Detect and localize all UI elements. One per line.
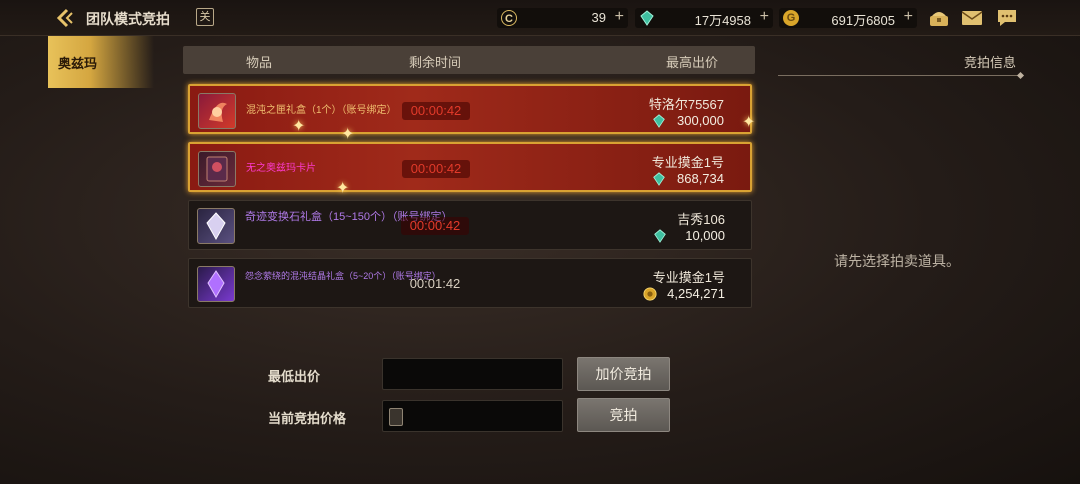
c-coin-value: 39 xyxy=(591,10,606,25)
column-header-bid: 最高出价 xyxy=(666,55,719,70)
auction-info-title: 竞拍信息 xyxy=(963,55,1016,70)
highest-bidder: 吉秀106 xyxy=(677,212,725,227)
highest-bidder: 专业摸金1号 xyxy=(651,155,724,170)
c-coin-add-button[interactable]: + xyxy=(615,8,624,26)
remaining-time: 00:01:42 xyxy=(409,276,461,291)
highest-bid: 4,254,271 xyxy=(667,286,725,301)
ozma-card-item-icon xyxy=(198,151,236,187)
chaos-crystal-box-item-icon xyxy=(197,266,235,302)
auction-row[interactable]: 怨念萦绕的混沌结晶礼盒（5~20个）（账号绑定） 00:01:42 专业摸金1号… xyxy=(188,258,752,308)
chaos-box-item-icon xyxy=(198,93,236,129)
currency-gold: G 691万6805 + xyxy=(779,8,917,28)
gold-coin-icon: G xyxy=(783,10,799,26)
current-bid-label: 当前竞拍价格 xyxy=(268,411,347,426)
back-arrow-icon[interactable] xyxy=(54,7,76,29)
divider-diamond xyxy=(1016,71,1025,80)
c-coin-icon: C xyxy=(501,10,517,26)
storage-chest-icon[interactable] xyxy=(928,8,950,28)
currency-c-coin: C 39 + xyxy=(497,8,628,28)
min-bid-label: 最低出价 xyxy=(268,369,321,384)
calendar-icon[interactable]: 关 xyxy=(196,8,214,26)
gold-add-button[interactable]: + xyxy=(904,8,913,26)
gem-value: 17万4958 xyxy=(694,13,751,28)
auction-row[interactable]: 混沌之匣礼盒（1个）（账号绑定） 00:00:42 特洛尔75567 300,0… xyxy=(188,84,752,134)
auction-list-header: 物品 剩余时间 最高出价 xyxy=(183,46,755,74)
page-title: 团队模式竞拍 xyxy=(86,11,170,27)
gem-icon xyxy=(639,10,655,26)
highest-bid: 868,734 xyxy=(677,171,724,186)
column-header-time: 剩余时间 xyxy=(409,55,462,70)
calculator-icon[interactable] xyxy=(389,408,403,426)
mail-icon[interactable] xyxy=(961,8,983,28)
currency-gem: 17万4958 + xyxy=(635,8,773,28)
item-name: 无之奥兹玛卡片 xyxy=(246,163,316,174)
auction-row[interactable]: 无之奥兹玛卡片 00:00:42 专业摸金1号 868,734 xyxy=(188,142,752,192)
chat-icon[interactable] xyxy=(996,8,1018,28)
gem-icon xyxy=(653,229,667,243)
item-name: 混沌之匣礼盒（1个）（账号绑定） xyxy=(246,105,397,116)
sparkle-effect: ✦ xyxy=(742,114,756,131)
sparkle-effect: ✦ xyxy=(336,180,350,197)
current-bid-field[interactable] xyxy=(382,400,563,432)
bid-button[interactable]: 竞拍 xyxy=(577,398,670,432)
gem-icon xyxy=(652,172,666,186)
highest-bidder: 特洛尔75567 xyxy=(648,97,724,112)
column-header-item: 物品 xyxy=(246,55,273,70)
transform-stone-box-item-icon xyxy=(197,208,235,244)
remaining-time: 00:00:42 xyxy=(402,160,470,178)
remaining-time: 00:00:42 xyxy=(402,102,470,120)
highest-bidder: 专业摸金1号 xyxy=(652,270,725,285)
remaining-time: 00:00:42 xyxy=(401,217,469,235)
select-item-hint: 请先选择拍卖道具。 xyxy=(834,253,960,269)
min-bid-field[interactable] xyxy=(382,358,563,390)
sidebar-tab-ozma[interactable]: 奥兹玛 xyxy=(48,36,154,88)
raise-bid-button[interactable]: 加价竞拍 xyxy=(577,357,670,391)
sparkle-effect: ✦ xyxy=(292,118,306,135)
highest-bid: 10,000 xyxy=(685,228,725,243)
sidebar-tab-label: 奥兹玛 xyxy=(58,56,98,71)
highest-bid: 300,000 xyxy=(677,113,724,128)
gold-coin-icon xyxy=(643,287,657,301)
gold-value: 691万6805 xyxy=(831,13,895,28)
gem-icon xyxy=(652,114,666,128)
auction-row[interactable]: 奇迹变换石礼盒（15~150个）（账号绑定） 00:00:42 吉秀106 10… xyxy=(188,200,752,250)
top-bar: 团队模式竞拍 关 C 39 + 17万4958 + G 691万6805 + xyxy=(0,0,1080,36)
gem-add-button[interactable]: + xyxy=(760,8,769,26)
sparkle-effect: ✦ xyxy=(341,126,355,143)
auction-info-header: 竞拍信息 xyxy=(778,52,1025,80)
